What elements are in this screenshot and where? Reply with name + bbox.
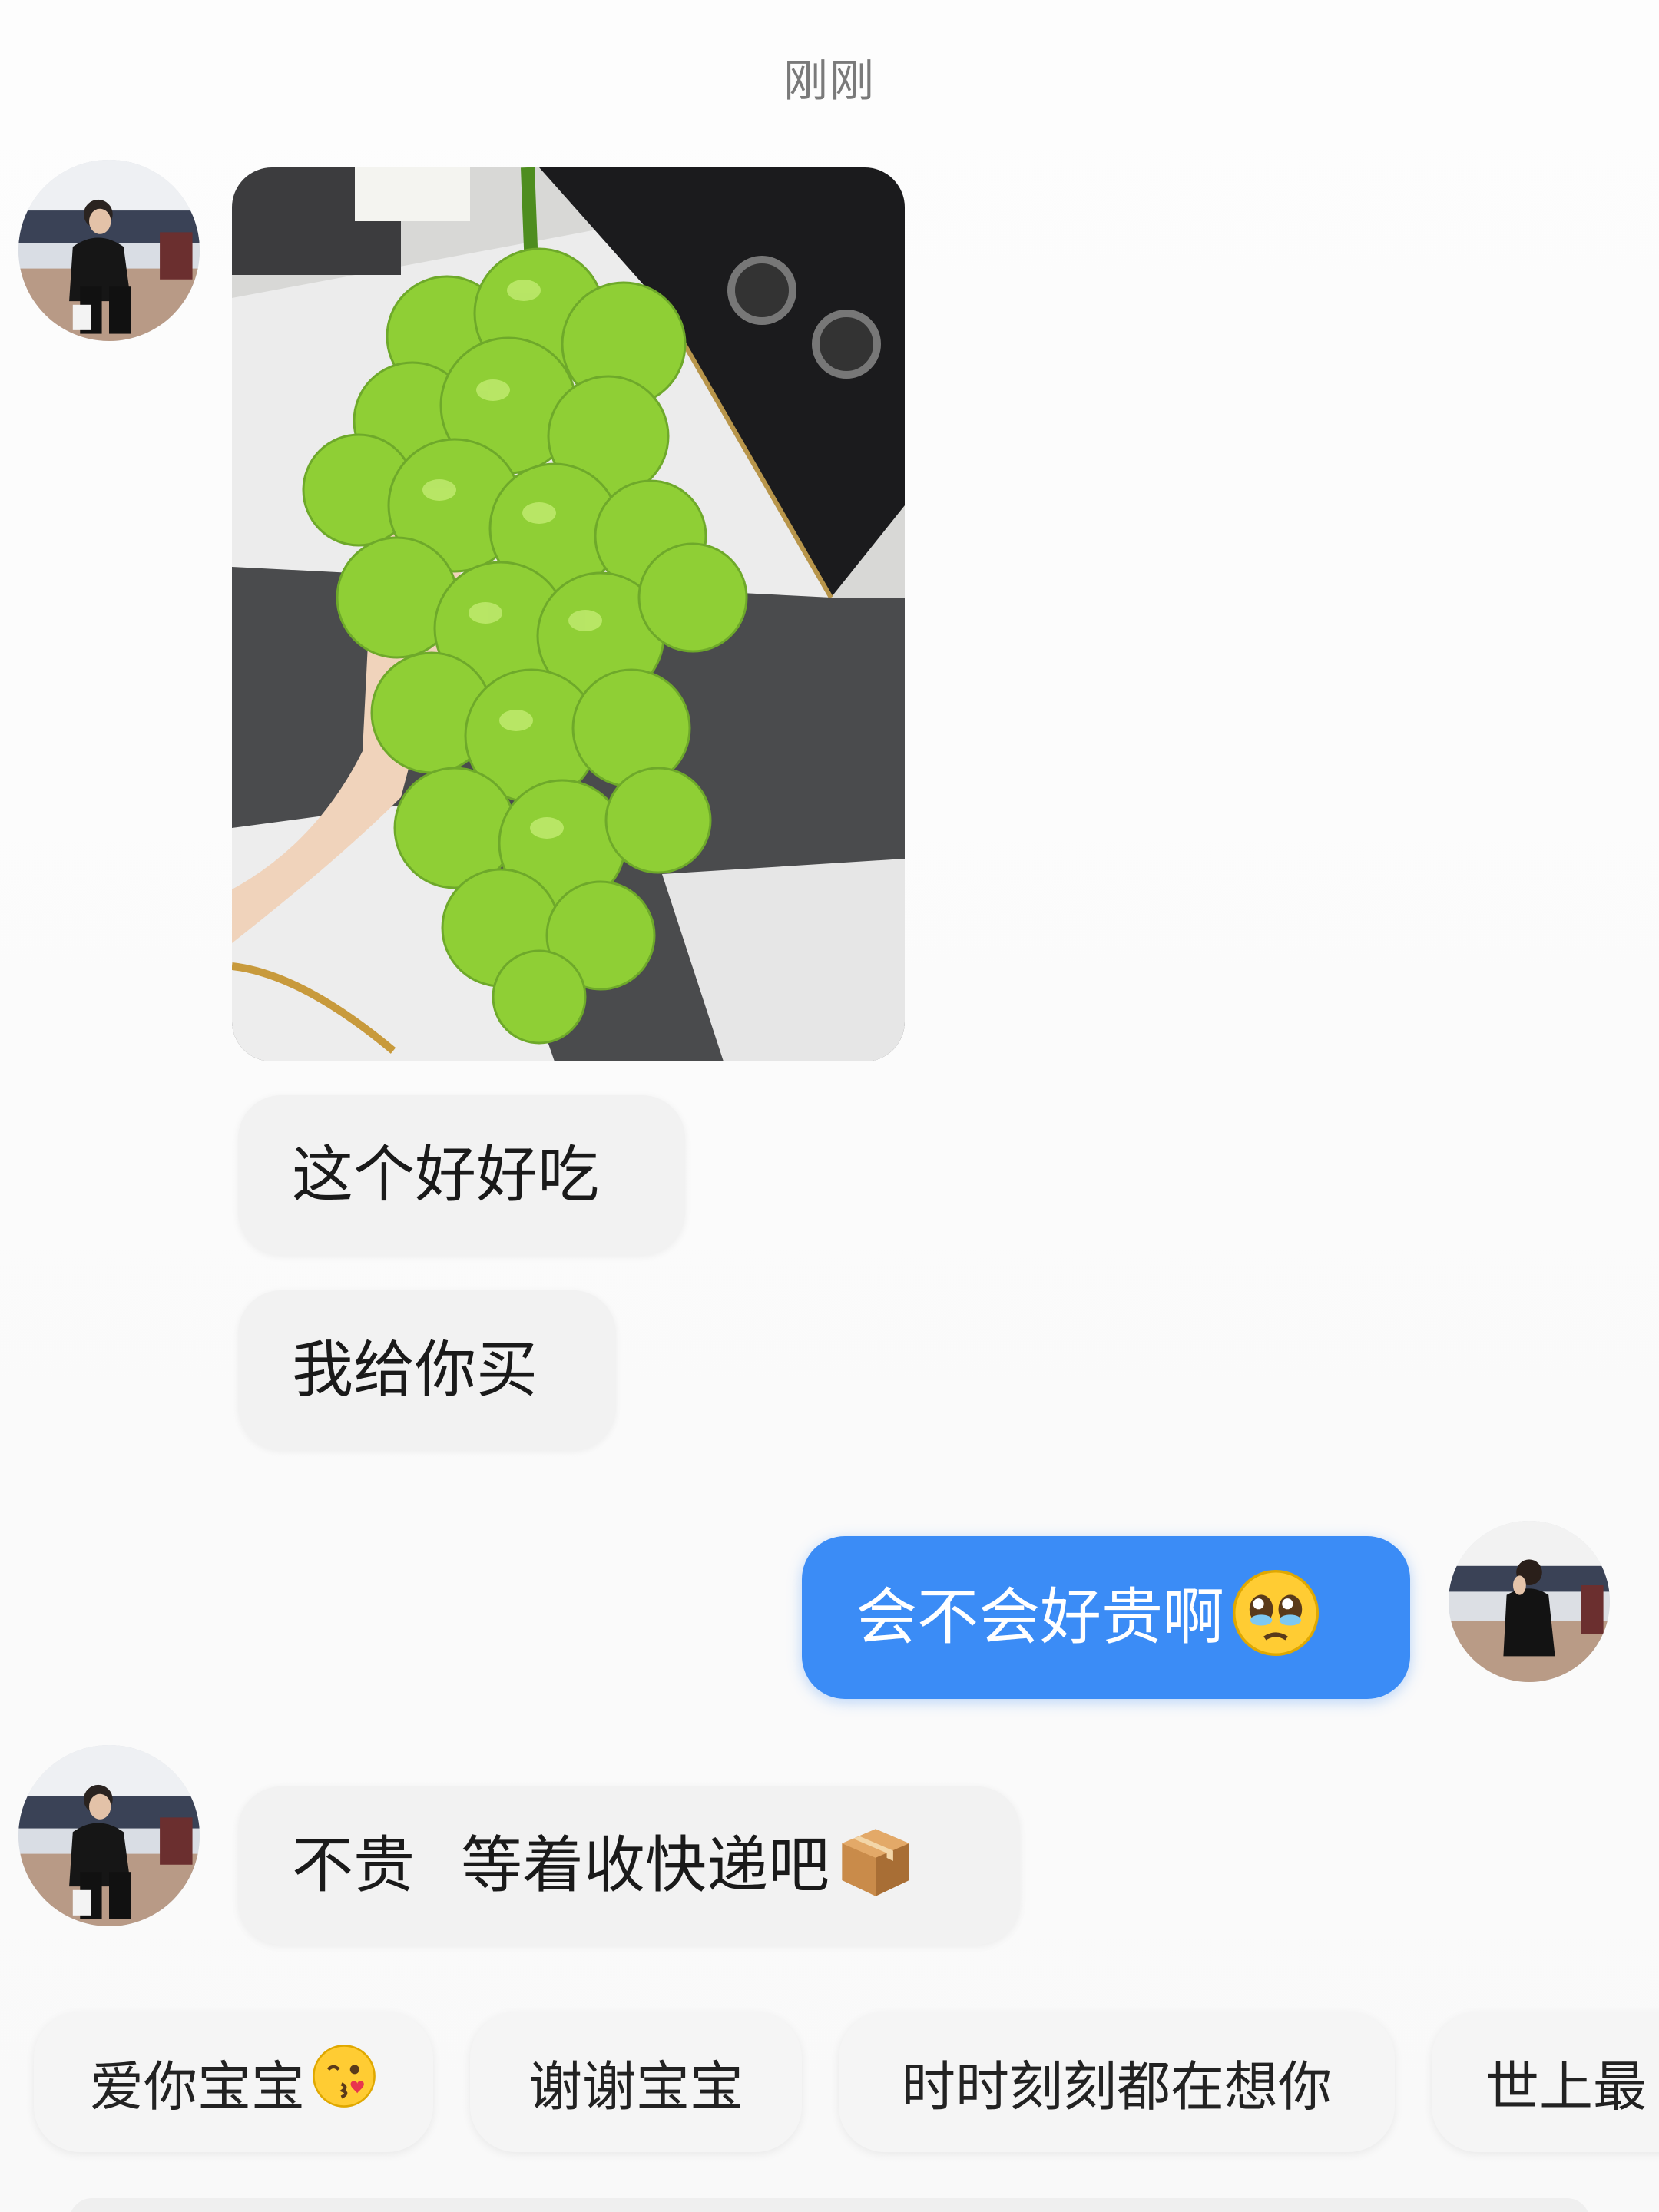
package-icon [836, 1821, 916, 1911]
avatar-photo [1449, 1521, 1610, 1682]
quick-reply-chip[interactable]: 爱你宝宝 [34, 2012, 433, 2152]
my-avatar[interactable] [1449, 1521, 1610, 1682]
avatar-photo [18, 160, 200, 341]
quick-reply-label: 世上最 [1485, 2055, 1647, 2118]
kissing-face-icon [311, 2043, 377, 2122]
quick-reply-label: 爱你宝宝 [90, 2055, 305, 2118]
pleading-face-icon [1230, 1568, 1321, 1668]
grapes-image [232, 167, 905, 1061]
input-area-edge [69, 2198, 1590, 2212]
message-bubble-incoming[interactable]: 我给你买 [238, 1290, 616, 1450]
message-bubble-incoming[interactable]: 这个好好吃 [238, 1095, 685, 1255]
quick-reply-chip[interactable]: 世上最 [1432, 2012, 1659, 2152]
quick-reply-chip[interactable]: 谢谢宝宝 [470, 2012, 802, 2152]
message-bubble-incoming[interactable]: 不贵 等着收快递吧 [238, 1786, 1020, 1945]
message-image[interactable] [232, 167, 905, 1061]
chat-screen: 刚刚 这个好好吃 我给你买 会不会好贵啊 不贵 等着收快递吧 爱你宝宝 谢谢宝宝… [0, 0, 1659, 2212]
quick-reply-chip[interactable]: 时时刻刻都在想你 [839, 2012, 1395, 2152]
message-text: 不贵 [292, 1830, 415, 1901]
message-text: 等着收快递吧 [461, 1830, 830, 1901]
quick-reply-label: 时时刻刻都在想你 [902, 2055, 1332, 2118]
message-bubble-outgoing[interactable]: 会不会好贵啊 [802, 1536, 1410, 1699]
avatar-photo [18, 1745, 200, 1926]
message-timestamp: 刚刚 [783, 55, 876, 107]
contact-avatar[interactable] [18, 160, 200, 341]
message-text: 会不会好贵啊 [856, 1581, 1224, 1653]
contact-avatar[interactable] [18, 1745, 200, 1926]
message-text: 这个好好吃 [292, 1139, 599, 1210]
quick-reply-label: 谢谢宝宝 [528, 2055, 743, 2118]
quick-reply-bar: 爱你宝宝 谢谢宝宝 时时刻刻都在想你 世上最 [0, 2012, 1659, 2158]
message-text: 我给你买 [292, 1334, 538, 1406]
